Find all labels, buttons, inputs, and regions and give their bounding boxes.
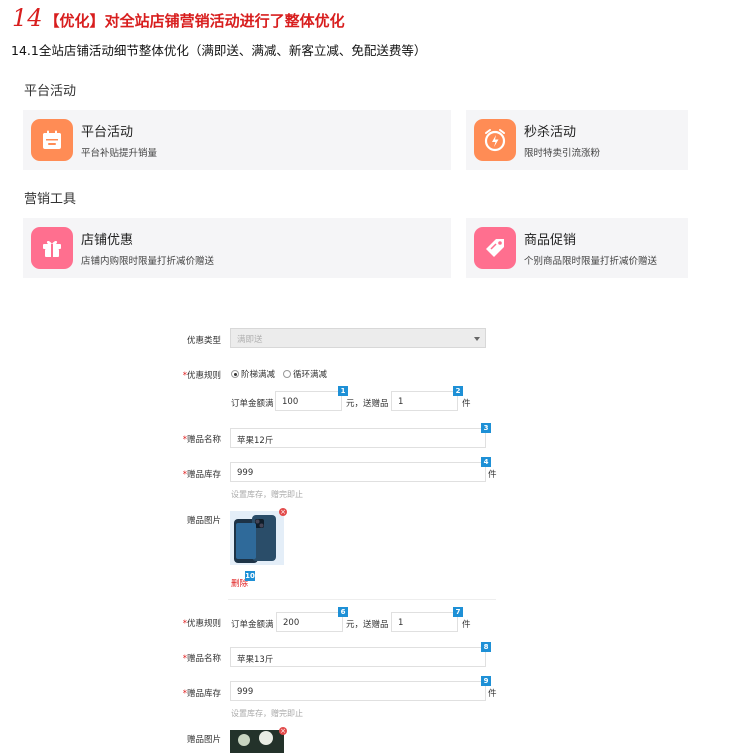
step-badge: 1 bbox=[338, 386, 348, 396]
discount-rule-label: *优惠规则 bbox=[182, 619, 221, 629]
gift-image-label: 赠品图片 bbox=[186, 516, 221, 526]
heading-tag: 【优化】 bbox=[44, 12, 105, 30]
card-title: 秒杀活动 bbox=[524, 125, 577, 140]
piece-label: 件 bbox=[488, 470, 497, 480]
yuan-gift-label: 元，送赠品 bbox=[346, 399, 389, 409]
calendar-icon bbox=[31, 119, 73, 161]
order-amount-label: 订单金额满 bbox=[231, 399, 274, 409]
card-title: 店铺优惠 bbox=[81, 233, 134, 248]
radio-dot-icon bbox=[283, 370, 292, 378]
gift-stock-input[interactable]: 999 bbox=[230, 462, 486, 482]
discount-type-value: 满即送 bbox=[237, 335, 263, 345]
step-badge: 7 bbox=[453, 607, 463, 617]
yuan-gift-label: 元，送赠品 bbox=[346, 620, 389, 630]
section-heading: 14 【优化】 对全站店铺营销活动进行了整体优化 bbox=[12, 4, 345, 32]
gift-stock-label: *赠品库存 bbox=[182, 470, 221, 480]
radio-dot-icon bbox=[231, 370, 239, 378]
discount-rule-label: *优惠规则 bbox=[182, 371, 221, 381]
chevron-down-icon bbox=[474, 337, 480, 341]
heading-number: 14 bbox=[12, 4, 43, 32]
radio-loop[interactable]: 循环满减 bbox=[283, 368, 327, 380]
step-badge: 8 bbox=[481, 642, 491, 652]
gift-image-thumbnail bbox=[230, 511, 284, 565]
gift-name-label: *赠品名称 bbox=[182, 435, 221, 445]
piece-label: 件 bbox=[488, 689, 497, 699]
remove-image-icon[interactable]: × bbox=[279, 727, 287, 735]
tag-icon bbox=[474, 227, 516, 269]
remove-image-icon[interactable]: × bbox=[279, 508, 287, 516]
card-title: 平台活动 bbox=[81, 125, 134, 140]
section-label-platform: 平台活动 bbox=[24, 84, 77, 99]
rule-radio-group: 阶梯满减 循环满减 bbox=[231, 368, 327, 380]
card-seckill-activity[interactable]: 秒杀活动 限时特卖引流涨粉 bbox=[466, 110, 688, 170]
step-badge: 4 bbox=[481, 457, 491, 467]
gift-quantity-input[interactable]: 1 bbox=[391, 612, 458, 632]
order-amount-input[interactable]: 200 bbox=[276, 612, 343, 632]
order-amount-input[interactable]: 100 bbox=[275, 391, 342, 411]
discount-type-select[interactable]: 满即送 bbox=[230, 328, 486, 348]
gift-quantity-input[interactable]: 1 bbox=[391, 391, 458, 411]
subheading: 14.1全站店铺活动细节整体优化（满即送、满减、新客立减、免配送费等） bbox=[11, 43, 427, 58]
card-product-promotion[interactable]: 商品促销 个别商品限时限量打折减价赠送 bbox=[466, 218, 688, 278]
piece-label: 件 bbox=[462, 399, 471, 409]
gift-image-thumbnail bbox=[230, 730, 284, 753]
gift-name-input[interactable]: 苹果12斤 bbox=[230, 428, 486, 448]
card-desc: 店铺内购限时限量打折减价赠送 bbox=[81, 256, 215, 267]
heading-text: 对全站店铺营销活动进行了整体优化 bbox=[104, 12, 345, 30]
alarm-clock-icon bbox=[474, 119, 516, 161]
gift-stock-input[interactable]: 999 bbox=[230, 681, 486, 701]
stock-hint: 设置库存，赠完即止 bbox=[231, 490, 303, 499]
card-desc: 个别商品限时限量打折减价赠送 bbox=[524, 256, 658, 267]
step-badge: 6 bbox=[338, 607, 348, 617]
section-label-marketing-tools: 营销工具 bbox=[24, 192, 77, 207]
tier-divider bbox=[228, 599, 496, 600]
discount-type-label: 优惠类型 bbox=[186, 336, 221, 346]
card-store-discount[interactable]: 店铺优惠 店铺内购限时限量打折减价赠送 bbox=[23, 218, 451, 278]
gift-name-label: *赠品名称 bbox=[182, 654, 221, 664]
card-platform-activity[interactable]: 平台活动 平台补贴提升销量 bbox=[23, 110, 451, 170]
gift-image-label: 赠品图片 bbox=[186, 735, 221, 745]
gift-icon bbox=[31, 227, 73, 269]
gift-name-input[interactable]: 苹果13斤 bbox=[230, 647, 486, 667]
step-badge: 10 bbox=[245, 571, 255, 581]
gift-stock-label: *赠品库存 bbox=[182, 689, 221, 699]
step-badge: 3 bbox=[481, 423, 491, 433]
piece-label: 件 bbox=[462, 620, 471, 630]
step-badge: 2 bbox=[453, 386, 463, 396]
order-amount-label: 订单金额满 bbox=[231, 620, 274, 630]
step-badge: 9 bbox=[481, 676, 491, 686]
card-title: 商品促销 bbox=[524, 233, 577, 248]
radio-tiered[interactable]: 阶梯满减 bbox=[231, 368, 275, 380]
card-desc: 平台补贴提升销量 bbox=[81, 148, 158, 159]
card-desc: 限时特卖引流涨粉 bbox=[524, 148, 601, 159]
stock-hint: 设置库存，赠完即止 bbox=[231, 709, 303, 718]
